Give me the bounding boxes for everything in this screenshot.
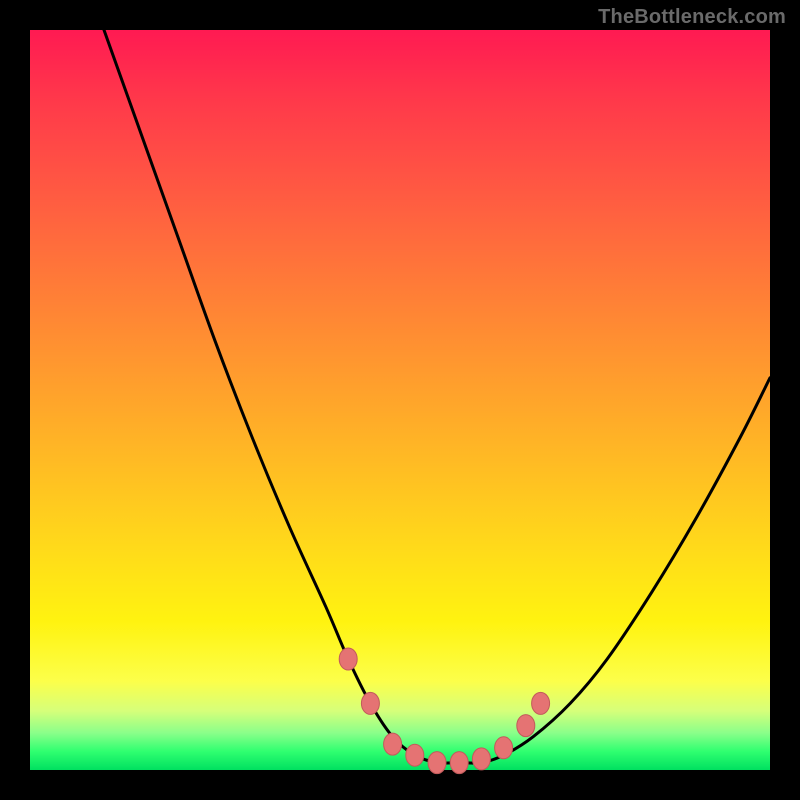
chart-frame: TheBottleneck.com xyxy=(0,0,800,800)
curve-marker xyxy=(428,752,446,774)
plot-area xyxy=(30,30,770,770)
curve-marker xyxy=(450,752,468,774)
curve-marker xyxy=(361,692,379,714)
brand-watermark: TheBottleneck.com xyxy=(598,6,786,29)
bottleneck-curve xyxy=(104,30,770,763)
curve-svg xyxy=(30,30,770,770)
curve-marker xyxy=(495,737,513,759)
curve-marker xyxy=(517,715,535,737)
curve-marker xyxy=(472,748,490,770)
curve-marker xyxy=(532,692,550,714)
curve-marker xyxy=(339,648,357,670)
curve-marker xyxy=(384,733,402,755)
curve-marker xyxy=(406,744,424,766)
marker-group xyxy=(339,648,549,774)
